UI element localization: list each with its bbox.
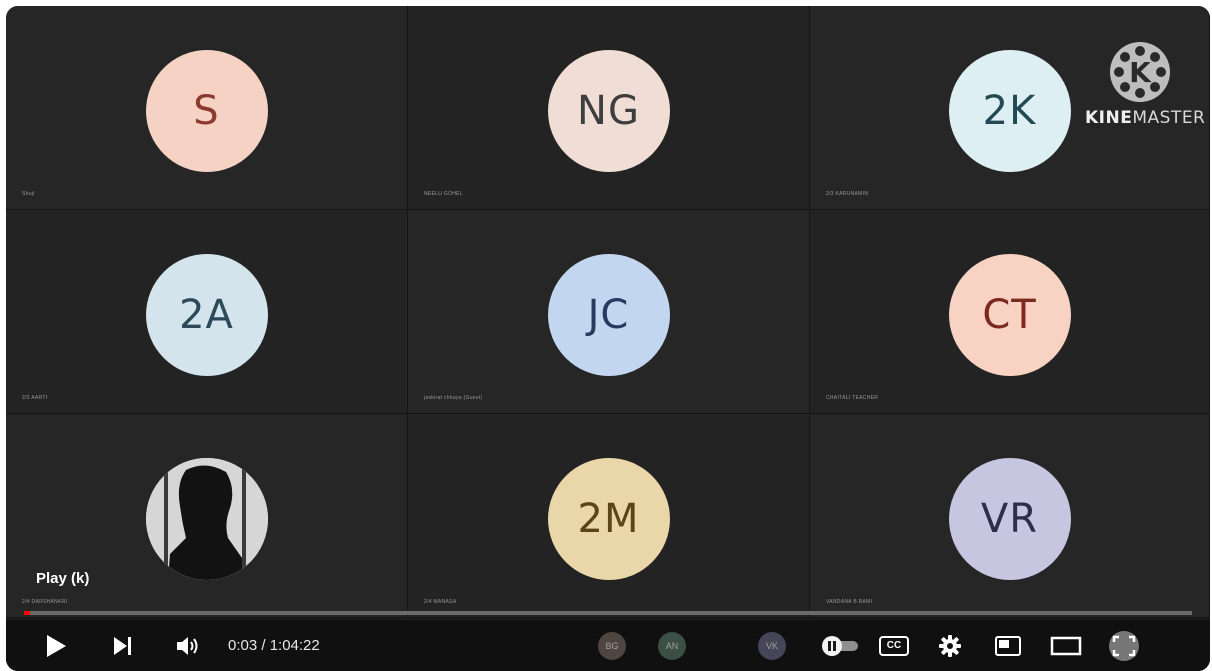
participant-name: jaskirat chhaya (Guest)	[424, 395, 483, 401]
participant-name: 2/4 MANASA	[424, 599, 457, 605]
participant-tile: 2A 2/2 AARTI	[6, 210, 408, 414]
participant-name: NEELU GOHEL	[424, 191, 463, 197]
kinemaster-brand-bold: KINE	[1085, 108, 1133, 128]
participant-tile: 2/4 DARSHANKRI	[6, 414, 408, 618]
progress-bar[interactable]	[24, 611, 1192, 615]
miniplayer-button[interactable]	[986, 620, 1030, 671]
participant-tile: VR VANDANA B RAMI	[810, 414, 1210, 618]
play-button[interactable]	[36, 620, 76, 671]
participant-avatar: 2M	[547, 457, 670, 580]
participant-avatar: VR	[948, 457, 1071, 580]
kinemaster-brand-rest: MASTER	[1132, 108, 1206, 128]
fullscreen-icon	[1109, 630, 1139, 661]
progress-played	[24, 611, 30, 615]
participant-tile: NG NEELU GOHEL	[408, 6, 810, 210]
settings-button[interactable]	[928, 620, 972, 671]
play-tooltip: Play (k)	[36, 570, 90, 587]
miniplayer-icon	[995, 635, 1021, 656]
mini-avatar: VK	[758, 632, 786, 660]
subtitles-icon: CC	[879, 635, 909, 656]
participant-tile: S Shuji	[6, 6, 408, 210]
participant-name: CHAITALI TEACHER	[826, 395, 879, 401]
participant-avatar: JC	[547, 253, 670, 376]
participant-tile: 2K 2/3 KARUNAMIN K KINEMASTER	[810, 6, 1210, 210]
participant-name: 2/4 DARSHANKRI	[22, 599, 68, 605]
subtitles-button[interactable]: CC	[872, 620, 916, 671]
participant-avatar: 2A	[145, 253, 268, 376]
participant-photo	[145, 457, 268, 580]
next-icon	[114, 636, 131, 655]
participant-name: Shuji	[22, 191, 35, 197]
video-player[interactable]: S Shuji NG NEELU GOHEL 2K 2/3 KARUNAMIN	[6, 6, 1210, 671]
volume-button[interactable]	[168, 620, 208, 671]
participant-avatar: NG	[547, 49, 670, 172]
participant-avatar: S	[145, 49, 268, 172]
participant-tile: JC jaskirat chhaya (Guest)	[408, 210, 810, 414]
participant-avatar: 2K	[948, 49, 1071, 172]
control-bar: 0:03 / 1:04:22 BG AN VK CC	[6, 620, 1210, 671]
participant-tile: 2M 2/4 MANASA	[408, 414, 810, 618]
theater-icon	[1050, 636, 1082, 655]
participant-grid: S Shuji NG NEELU GOHEL 2K 2/3 KARUNAMIN	[6, 6, 1210, 618]
settings-icon	[939, 634, 961, 657]
fullscreen-button[interactable]	[1100, 620, 1148, 671]
mini-avatar: BG	[598, 632, 626, 660]
volume-icon	[177, 636, 198, 655]
next-button[interactable]	[102, 620, 142, 671]
mini-avatar: AN	[658, 632, 686, 660]
kinemaster-watermark: K KINEMASTER	[1085, 42, 1205, 142]
time-display: 0:03 / 1:04:22	[228, 637, 320, 654]
kinemaster-logo-icon: K	[1110, 42, 1170, 102]
autoplay-toggle-icon	[822, 635, 858, 656]
participant-name: 2/3 KARUNAMIN	[826, 191, 869, 197]
theater-mode-button[interactable]	[1044, 620, 1088, 671]
kinemaster-brand: KINEMASTER	[1085, 108, 1205, 128]
kinemaster-logo-letter: K	[1129, 55, 1151, 89]
participant-name: VANDANA B RAMI	[826, 599, 873, 605]
participant-name: 2/2 AARTI	[22, 395, 48, 401]
play-icon	[47, 634, 66, 657]
participant-tile: CT CHAITALI TEACHER	[810, 210, 1210, 414]
autoplay-toggle[interactable]	[812, 620, 868, 671]
participant-avatar: CT	[948, 253, 1071, 376]
